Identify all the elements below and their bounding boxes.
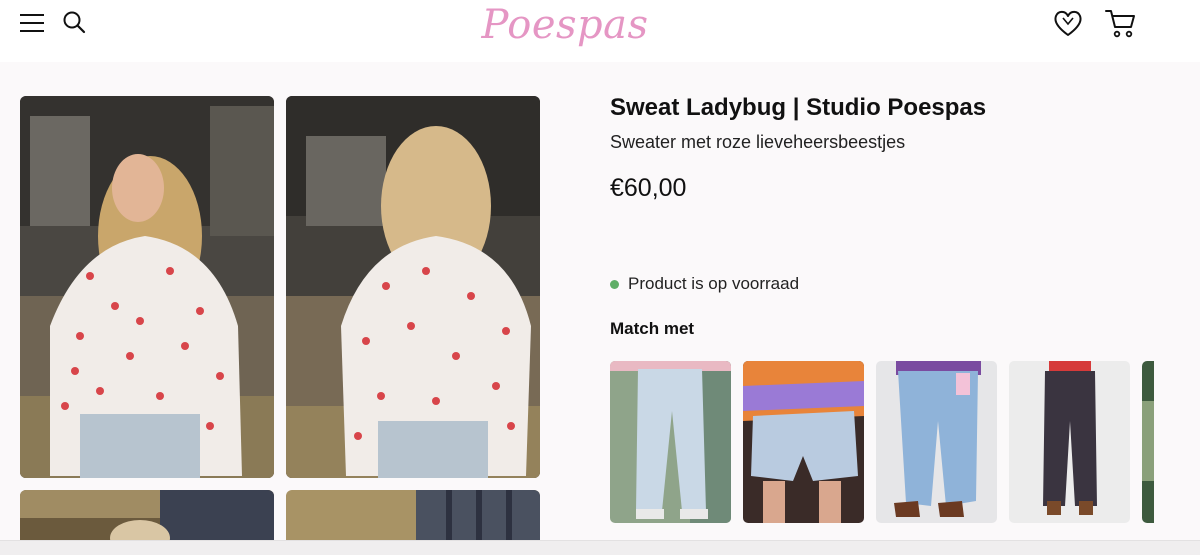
product-photo-back[interactable] bbox=[286, 96, 540, 478]
site-header: Poespas bbox=[0, 0, 1200, 62]
match-item-wide-jeans[interactable] bbox=[876, 361, 997, 523]
match-item-partial[interactable] bbox=[1142, 361, 1154, 523]
menu-button[interactable] bbox=[16, 10, 48, 36]
brand-logo[interactable]: Poespas bbox=[481, 0, 648, 50]
match-item-light-jeans[interactable] bbox=[610, 361, 731, 523]
cart-icon bbox=[1105, 10, 1135, 38]
hamburger-menu-icon bbox=[20, 14, 44, 32]
search-button[interactable] bbox=[60, 8, 88, 36]
product-subtitle: Sweater met roze lieveheersbeestjes bbox=[610, 132, 906, 152]
search-icon bbox=[63, 11, 86, 34]
product-price: €60,00 bbox=[610, 174, 687, 202]
match-item-denim-shorts[interactable] bbox=[743, 361, 864, 523]
match-item-dark-jeans[interactable] bbox=[1009, 361, 1130, 523]
stock-status: Product is op voorraad bbox=[610, 274, 799, 294]
product-photo-front[interactable] bbox=[20, 96, 274, 478]
match-section-title: Match met bbox=[610, 319, 695, 338]
cart-button[interactable] bbox=[1100, 6, 1140, 40]
stock-indicator-dot bbox=[610, 279, 619, 289]
wishlist-button[interactable] bbox=[1050, 6, 1086, 40]
match-carousel[interactable] bbox=[610, 361, 1154, 523]
page-bottom-bar bbox=[0, 540, 1200, 555]
stock-status-label: Product is op voorraad bbox=[628, 274, 800, 293]
product-title: Sweat Ladybug | Studio Poespas bbox=[610, 94, 987, 121]
heart-icon bbox=[1054, 10, 1082, 36]
